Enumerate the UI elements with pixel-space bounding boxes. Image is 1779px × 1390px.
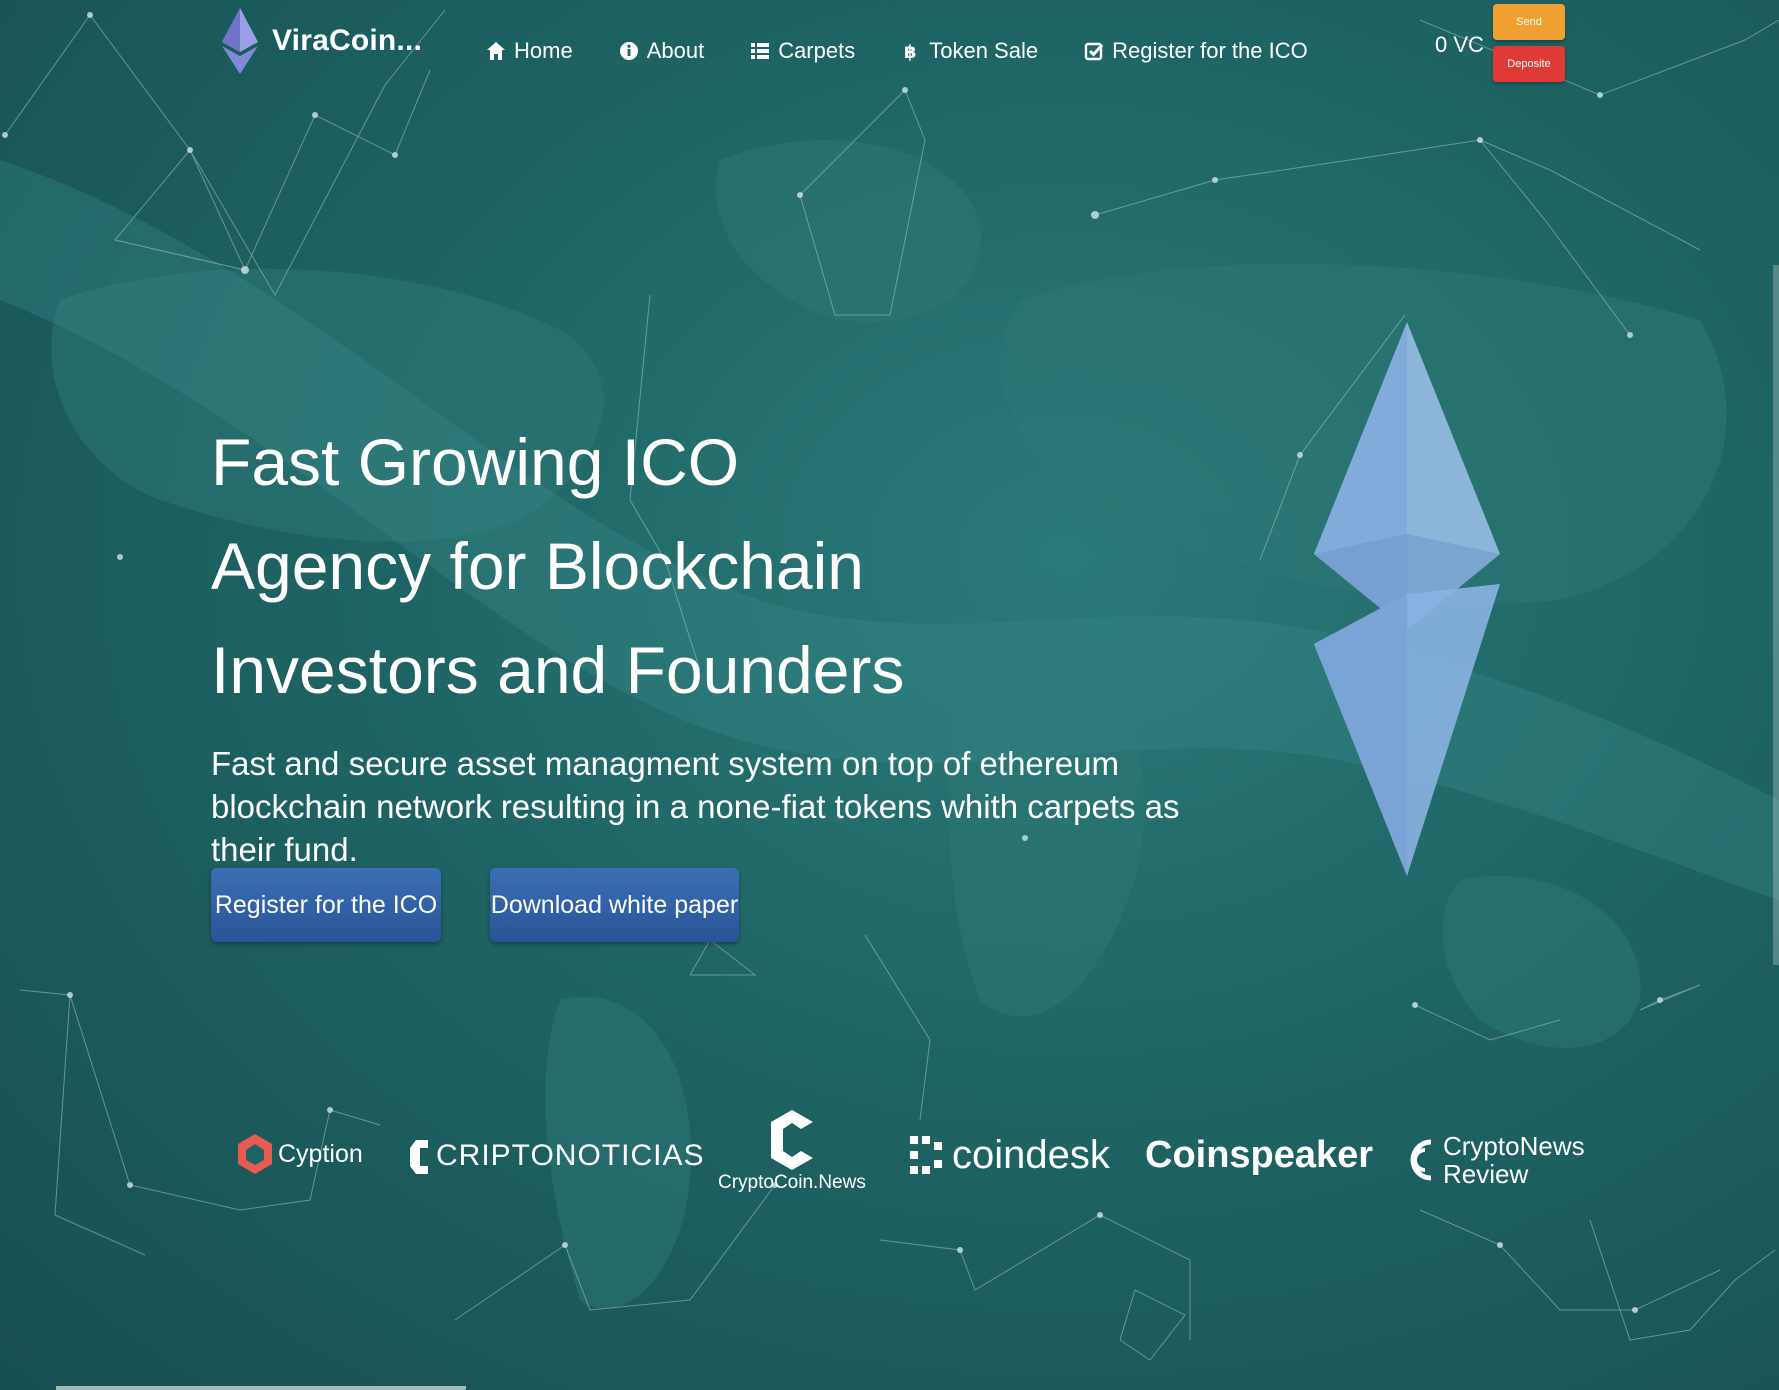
criptonoticias-logo-icon bbox=[410, 1140, 428, 1174]
cyption-logo-icon bbox=[238, 1134, 272, 1174]
nav-token-sale[interactable]: ฿ Token Sale bbox=[901, 38, 1038, 64]
register-ico-button[interactable]: Register for the ICO bbox=[211, 868, 441, 942]
info-icon bbox=[619, 42, 638, 60]
partner-name-line: CryptoNews bbox=[1443, 1131, 1585, 1161]
main-nav: Home About Carpets ฿ Token Sale Register… bbox=[486, 38, 1354, 64]
download-whitepaper-button[interactable]: Download white paper bbox=[490, 868, 739, 942]
partner-name: CRIPTONOTICIAS bbox=[436, 1139, 705, 1172]
nav-home[interactable]: Home bbox=[486, 38, 573, 64]
hero-title-line: Fast Growing ICO bbox=[211, 425, 740, 499]
partner-logos: Cyption CRIPTONOTICIAS CryptoCoin.News c… bbox=[0, 1110, 1779, 1220]
hero-subtitle: Fast and secure asset managment system o… bbox=[211, 745, 1180, 868]
nav-about[interactable]: About bbox=[619, 38, 705, 64]
deposit-button[interactable]: Deposite bbox=[1493, 46, 1565, 82]
partner-name: CryptoCoin.News bbox=[718, 1172, 866, 1193]
partner-name-line: Review bbox=[1443, 1159, 1529, 1189]
home-icon bbox=[487, 42, 505, 60]
nav-carpets[interactable]: Carpets bbox=[750, 38, 855, 64]
nav-register-label: Register for the ICO bbox=[1112, 38, 1308, 63]
partner-cryptonews-review[interactable]: CryptoNews Review bbox=[1395, 1132, 1585, 1188]
hero-title-line: Agency for Blockchain bbox=[211, 529, 865, 603]
partner-cryptocoin-news[interactable]: CryptoCoin.News bbox=[718, 1110, 866, 1194]
bitcoin-icon: ฿ bbox=[904, 42, 917, 61]
partner-name: Coinspeaker bbox=[1145, 1134, 1374, 1176]
svg-text:฿: ฿ bbox=[904, 42, 917, 61]
send-button[interactable]: Send bbox=[1493, 4, 1565, 40]
partner-coinspeaker[interactable]: Coinspeaker bbox=[1145, 1134, 1373, 1177]
ethereum-diamond-icon bbox=[1314, 322, 1500, 876]
hero-title-line: Investors and Founders bbox=[211, 633, 905, 707]
cryptonews-review-logo-icon bbox=[1410, 1139, 1432, 1181]
horizontal-scrollbar[interactable] bbox=[56, 1386, 466, 1390]
vertical-scrollbar[interactable] bbox=[1773, 265, 1779, 965]
check-square-icon bbox=[1084, 42, 1104, 61]
hero-title: Fast Growing ICO Agency for Blockchain I… bbox=[211, 410, 904, 722]
coindesk-logo-icon bbox=[910, 1136, 942, 1174]
brand-name: ViraCoin... bbox=[272, 24, 423, 57]
nav-carpets-label: Carpets bbox=[778, 38, 856, 63]
nav-register[interactable]: Register for the ICO bbox=[1084, 38, 1308, 64]
partner-criptonoticias[interactable]: CRIPTONOTICIAS bbox=[408, 1136, 704, 1176]
list-icon bbox=[751, 43, 770, 59]
cryptocoin-news-logo-icon bbox=[770, 1110, 813, 1170]
nav-token-sale-label: Token Sale bbox=[929, 38, 1039, 63]
wallet-balance: 0 VC bbox=[1435, 32, 1484, 57]
partner-name: Cyption bbox=[278, 1139, 363, 1168]
brand-logo[interactable]: ViraCoin... bbox=[222, 8, 422, 74]
partner-cyption[interactable]: Cyption bbox=[238, 1134, 363, 1174]
partner-name: coindesk bbox=[952, 1132, 1110, 1177]
ethereum-logo-icon bbox=[222, 8, 258, 74]
nav-home-label: Home bbox=[514, 38, 573, 63]
nav-about-label: About bbox=[646, 38, 705, 63]
partner-coindesk[interactable]: coindesk bbox=[908, 1132, 1110, 1178]
